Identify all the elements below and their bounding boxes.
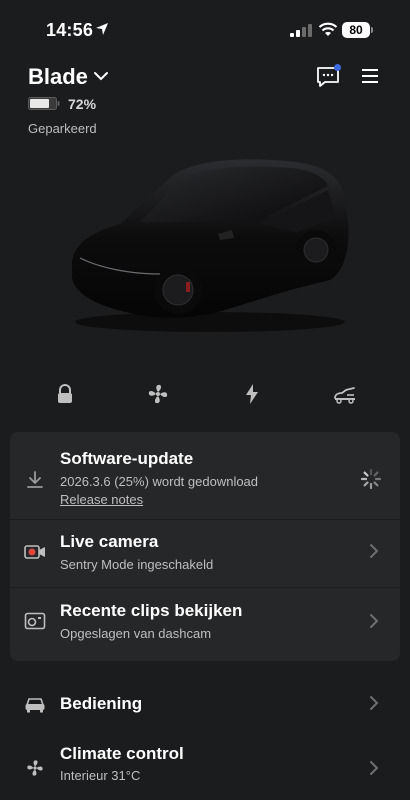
status-time: 14:56	[46, 20, 94, 40]
software-update-status: 2026.3.6 (25%) wordt gedownload	[60, 474, 259, 489]
recent-clips-status: Opgeslagen van dashcam	[60, 626, 212, 641]
car-controls-icon[interactable]	[24, 694, 46, 714]
vehicle-battery-icon	[28, 97, 60, 110]
chevron-right-icon[interactable]	[369, 760, 379, 776]
chevron-right-icon[interactable]	[369, 613, 379, 629]
climate-fan-icon[interactable]	[24, 758, 46, 778]
climate-status: Interieur 31°C	[60, 768, 141, 783]
lock-icon[interactable]	[53, 382, 77, 406]
loading-spinner-icon	[360, 468, 382, 490]
release-notes-link[interactable]: Release notes	[60, 492, 143, 507]
dashcam-clips-icon	[24, 612, 46, 630]
charge-icon[interactable]	[240, 382, 264, 406]
recent-clips-title[interactable]: Recente clips bekijken	[60, 601, 242, 621]
trunk-icon[interactable]	[333, 382, 357, 406]
chevron-right-icon[interactable]	[369, 695, 379, 711]
phone-battery-nub	[371, 27, 373, 33]
wifi-icon	[318, 22, 338, 36]
notification-dot	[334, 64, 341, 71]
vehicle-name[interactable]: Blade	[28, 64, 88, 90]
software-update-title[interactable]: Software-update	[60, 449, 193, 469]
cellular-signal-icon	[290, 24, 312, 37]
vehicle-battery-percent: 72%	[68, 96, 97, 112]
vehicle-image	[72, 159, 349, 332]
row-divider	[10, 587, 400, 588]
climate-title[interactable]: Climate control	[60, 744, 184, 764]
menu-icon[interactable]	[360, 68, 380, 84]
row-divider	[10, 519, 400, 520]
download-icon	[27, 471, 43, 488]
chevron-down-icon[interactable]	[93, 70, 109, 82]
controls-title[interactable]: Bediening	[60, 694, 142, 714]
phone-battery-indicator: 80	[342, 22, 370, 38]
chevron-right-icon[interactable]	[369, 543, 379, 559]
location-arrow-icon	[96, 23, 108, 35]
live-camera-title[interactable]: Live camera	[60, 532, 158, 552]
vehicle-state: Geparkeerd	[28, 121, 97, 136]
fan-icon[interactable]	[146, 382, 170, 406]
live-camera-status: Sentry Mode ingeschakeld	[60, 557, 214, 572]
camera-record-icon	[24, 545, 45, 559]
